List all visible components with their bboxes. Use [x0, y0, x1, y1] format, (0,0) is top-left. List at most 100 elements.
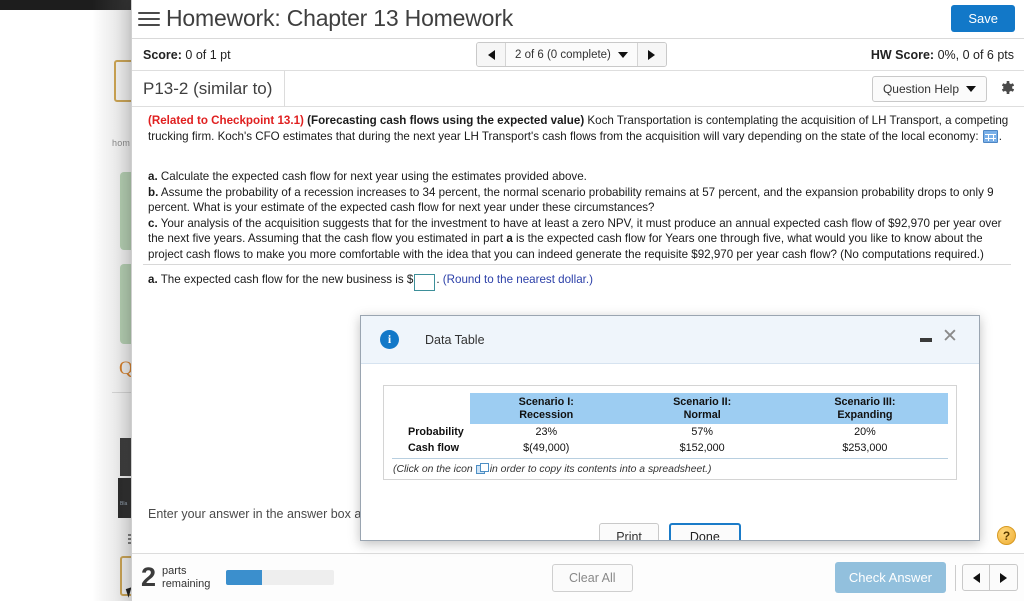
question-help-dropdown[interactable]: Question Help — [871, 76, 987, 102]
answer-rounding-hint: (Round to the nearest dollar.) — [442, 273, 593, 286]
question-part-a: a. Calculate the expected cash flow for … — [148, 169, 1010, 185]
part-c-label: c. — [148, 216, 158, 230]
parts-remaining-label: parts remaining — [162, 565, 210, 590]
header-line2: Expanding — [837, 408, 893, 421]
prev-question-button[interactable] — [477, 43, 506, 66]
triangle-left-icon — [487, 49, 495, 60]
table-cell: $152,000 — [622, 440, 782, 459]
parts-label-line1: parts — [162, 565, 187, 577]
data-table-dialog: i Data Table ✕ Scenario I: Recession Sce… — [360, 315, 980, 541]
footer-divider — [955, 564, 956, 591]
problem-id-bar: P13-2 (similar to) Question Help — [132, 70, 1024, 107]
table-header-row: Scenario I: Recession Scenario II: Norma… — [392, 393, 948, 424]
close-icon[interactable]: ✕ — [939, 326, 961, 348]
copy-note-part2: in order to copy its contents into a spr… — [489, 464, 712, 475]
chevron-down-icon — [617, 51, 628, 58]
table-row: Cash flow $(49,000) $152,000 $253,000 — [392, 440, 948, 459]
question-parts: a. Calculate the expected cash flow for … — [148, 169, 1010, 262]
table-cell: 23% — [535, 426, 558, 438]
copy-to-spreadsheet-icon[interactable] — [475, 463, 489, 474]
done-button[interactable]: Done — [668, 523, 741, 540]
copy-instruction: (Click on the icon in order to copy its c… — [392, 463, 948, 475]
row-label: Cash flow — [392, 440, 470, 459]
gear-icon[interactable] — [997, 78, 1016, 102]
header-line1: Scenario II: — [673, 396, 732, 408]
scenario-data-table: Scenario I: Recession Scenario II: Norma… — [392, 393, 948, 459]
question-select-value: 2 of 6 (0 complete) — [515, 48, 611, 61]
footer-next-button[interactable] — [990, 564, 1018, 591]
table-corner-cell — [392, 393, 470, 424]
table-cell: 57% — [691, 426, 713, 438]
footer-bar: 2 parts remaining Clear All Check Answer… — [132, 526, 1024, 601]
score-value: 0 of 1 pt — [185, 47, 231, 62]
dialog-title-bar: i Data Table ✕ — [361, 316, 979, 364]
part-b-label: b. — [148, 185, 159, 199]
hw-score-label: HW Score: — [870, 47, 935, 62]
dialog-title: Data Table — [425, 332, 485, 347]
part-a-label: a. — [148, 170, 158, 183]
parts-remaining-count: 2 — [141, 562, 157, 592]
score-label: Score: — [143, 47, 182, 62]
question-part-b: b. Assume the probability of a recession… — [148, 185, 1010, 216]
chevron-down-icon — [966, 86, 976, 92]
triangle-right-icon — [1000, 572, 1007, 583]
problem-id: P13-2 (similar to) — [143, 70, 286, 107]
dialog-button-row: Print Done — [361, 523, 979, 540]
data-table-frame: Scenario I: Recession Scenario II: Norma… — [383, 385, 957, 480]
table-cell: $253,000 — [781, 440, 948, 459]
header-line2: Normal — [683, 408, 721, 421]
data-table-grid-icon[interactable] — [982, 129, 998, 143]
table-cell: $(49,000) — [470, 440, 623, 459]
table-header-cell: Scenario I: Recession — [470, 393, 623, 424]
progress-bar-fill — [226, 570, 262, 585]
part-b-text: Assume the probability of a recession in… — [148, 185, 994, 215]
header-line2: Recession — [519, 408, 574, 421]
section-divider — [143, 264, 1011, 265]
checkpoint-link[interactable]: (Related to Checkpoint 13.1) — [148, 114, 304, 127]
score-text: Score: 0 of 1 pt — [143, 48, 231, 62]
background-text-snippet: hom — [112, 138, 131, 148]
check-answer-button[interactable]: Check Answer — [834, 562, 946, 593]
question-intro-paragraph: (Related to Checkpoint 13.1) (Forecastin… — [148, 113, 1010, 144]
parts-label-line2: remaining — [162, 577, 211, 590]
question-intro-period: . — [998, 129, 1003, 143]
footer-navigation — [962, 564, 1018, 591]
background-page: hom Q ] Bla — [0, 0, 140, 601]
background-dark-small-text: Bla — [120, 501, 128, 507]
table-header-cell: Scenario III: Expanding — [781, 393, 948, 424]
window-header: Homework: Chapter 13 Homework Save — [132, 0, 1024, 39]
question-select-dropdown[interactable]: 2 of 6 (0 complete) — [506, 43, 637, 66]
answer-input[interactable] — [414, 274, 436, 291]
page-title: Homework: Chapter 13 Homework — [166, 4, 513, 31]
progress-bar — [226, 570, 335, 585]
header-line1: Scenario III: — [834, 396, 896, 408]
question-navigator: 2 of 6 (0 complete) — [476, 42, 667, 67]
question-topic: (Forecasting cash flows using the expect… — [307, 114, 585, 127]
hamburger-icon[interactable] — [136, 8, 162, 30]
dialog-body: Scenario I: Recession Scenario II: Norma… — [361, 364, 979, 540]
clear-all-button[interactable]: Clear All — [552, 563, 633, 592]
triangle-right-icon — [648, 49, 656, 60]
info-icon: i — [380, 330, 399, 349]
answer-period: . — [436, 273, 440, 286]
hw-score-value: 0%, 0 of 6 pts — [937, 47, 1014, 62]
part-a-text: Calculate the expected cash flow for nex… — [160, 170, 587, 183]
print-button[interactable]: Print — [599, 523, 659, 540]
question-part-c: c. Your analysis of the acquisition sugg… — [148, 216, 1010, 263]
background-top-bar — [0, 0, 140, 10]
copy-note-part1: (Click on the icon — [393, 464, 473, 475]
question-help-label: Question Help — [882, 82, 959, 96]
row-label: Probability — [408, 426, 464, 438]
help-button[interactable]: ? — [997, 526, 1016, 545]
hw-score-text: HW Score: 0%, 0 of 6 pts — [871, 48, 1014, 62]
next-question-button[interactable] — [636, 43, 666, 66]
footer-prev-button[interactable] — [962, 564, 990, 591]
score-bar: Score: 0 of 1 pt 2 of 6 (0 complete) HW … — [132, 39, 1024, 71]
minimize-icon[interactable] — [920, 338, 932, 342]
save-button[interactable]: Save — [951, 5, 1015, 32]
table-cell: 20% — [854, 426, 876, 438]
triangle-left-icon — [972, 572, 980, 583]
answer-prompt-row: a. The expected cash flow for the new bu… — [148, 273, 593, 291]
answer-part-label: a. — [148, 273, 158, 286]
header-line1: Scenario I: — [518, 396, 574, 408]
